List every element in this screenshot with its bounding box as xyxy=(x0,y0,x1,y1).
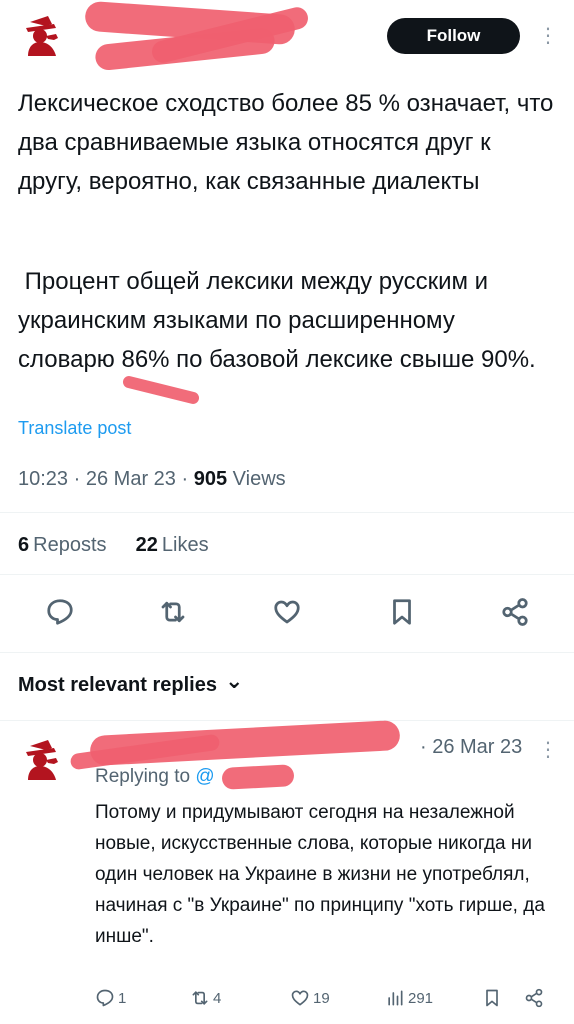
reply-date[interactable]: · 26 Mar 23 xyxy=(420,736,522,759)
divider xyxy=(0,720,574,721)
likes-label: Likes xyxy=(161,534,209,556)
reply-more-options-icon[interactable]: ⋮ xyxy=(538,740,558,760)
detective-avatar-icon xyxy=(26,16,58,56)
likes-stat[interactable]: 22 Likes xyxy=(136,534,209,556)
reply-repost-button[interactable]: 4 xyxy=(190,988,221,1008)
like-icon xyxy=(291,990,309,1006)
replies-section-title: Most relevant replies xyxy=(18,674,217,696)
tweet-time[interactable]: 10:23 xyxy=(18,468,68,490)
reply-like-count: 19 xyxy=(313,989,330,1007)
meta-separator: · xyxy=(181,468,189,490)
detective-avatar-icon xyxy=(26,740,58,780)
views-icon xyxy=(388,990,403,1006)
redacted-replying-handle xyxy=(221,764,295,790)
bookmark-icon xyxy=(393,599,411,625)
author-avatar[interactable] xyxy=(18,12,66,60)
reposts-stat[interactable]: 6 Reposts xyxy=(18,534,107,556)
reply-repost-count: 4 xyxy=(213,989,222,1007)
reply-icon xyxy=(96,989,114,1007)
tweet-date[interactable]: 26 Mar 23 xyxy=(86,468,176,490)
divider xyxy=(0,652,574,653)
reply-views-count: 291 xyxy=(408,989,434,1007)
views-count: 905 xyxy=(193,468,228,490)
follow-button[interactable]: Follow xyxy=(387,18,520,54)
share-button[interactable] xyxy=(500,597,530,627)
like-icon xyxy=(274,600,300,624)
like-button[interactable] xyxy=(272,597,302,627)
repost-button[interactable] xyxy=(158,597,188,627)
bookmark-icon xyxy=(486,989,498,1007)
replies-sort-button[interactable]: Most relevant replies ⌄ xyxy=(18,667,244,697)
reposts-label: Reposts xyxy=(33,534,107,556)
translate-post-link[interactable]: Translate post xyxy=(18,418,131,439)
chevron-down-icon: ⌄ xyxy=(224,667,244,693)
repost-icon xyxy=(161,601,185,623)
reply-body: Потому и придумывают сегодня на незалежн… xyxy=(95,802,545,947)
tweet-paragraph-1: Лексическое сходство более 85 % означает… xyxy=(18,90,561,195)
replying-to-label: Replying to xyxy=(95,766,191,787)
share-icon xyxy=(502,598,528,626)
tweet-body-2: Процент общей лексики между русским и ук… xyxy=(18,262,558,379)
repost-icon xyxy=(192,991,208,1005)
likes-count: 22 xyxy=(135,534,158,556)
reply-like-button[interactable]: 19 xyxy=(290,988,330,1008)
divider xyxy=(0,512,574,513)
tweet-paragraph-2: Процент общей лексики между русским и ук… xyxy=(18,268,536,373)
tweet-body: Лексическое сходство более 85 % означает… xyxy=(18,84,558,201)
views-label: Views xyxy=(232,468,286,490)
redaction-stroke xyxy=(121,374,201,406)
tweet-meta: 10:23 · 26 Mar 23 · 905 Views xyxy=(18,468,286,491)
reply-author-avatar[interactable] xyxy=(18,736,66,784)
engagement-stats: 6 Reposts 22 Likes xyxy=(18,534,209,557)
reply-bookmark-button[interactable] xyxy=(482,988,502,1008)
replying-to-handle[interactable]: @ xyxy=(195,766,214,787)
meta-separator: · xyxy=(73,468,81,490)
reply-views-button[interactable]: 291 xyxy=(385,988,433,1008)
reply-icon xyxy=(47,599,73,625)
share-icon xyxy=(525,988,543,1008)
replying-to: Replying to @ xyxy=(95,766,215,788)
bookmark-button[interactable] xyxy=(387,597,417,627)
reply-reply-count: 1 xyxy=(118,989,127,1007)
reposts-count: 6 xyxy=(18,534,30,556)
more-options-icon[interactable]: ⋮ xyxy=(538,26,558,46)
divider xyxy=(0,574,574,575)
reply-button[interactable] xyxy=(45,597,75,627)
reply-share-button[interactable] xyxy=(524,988,544,1008)
reply-reply-button[interactable]: 1 xyxy=(95,988,126,1008)
